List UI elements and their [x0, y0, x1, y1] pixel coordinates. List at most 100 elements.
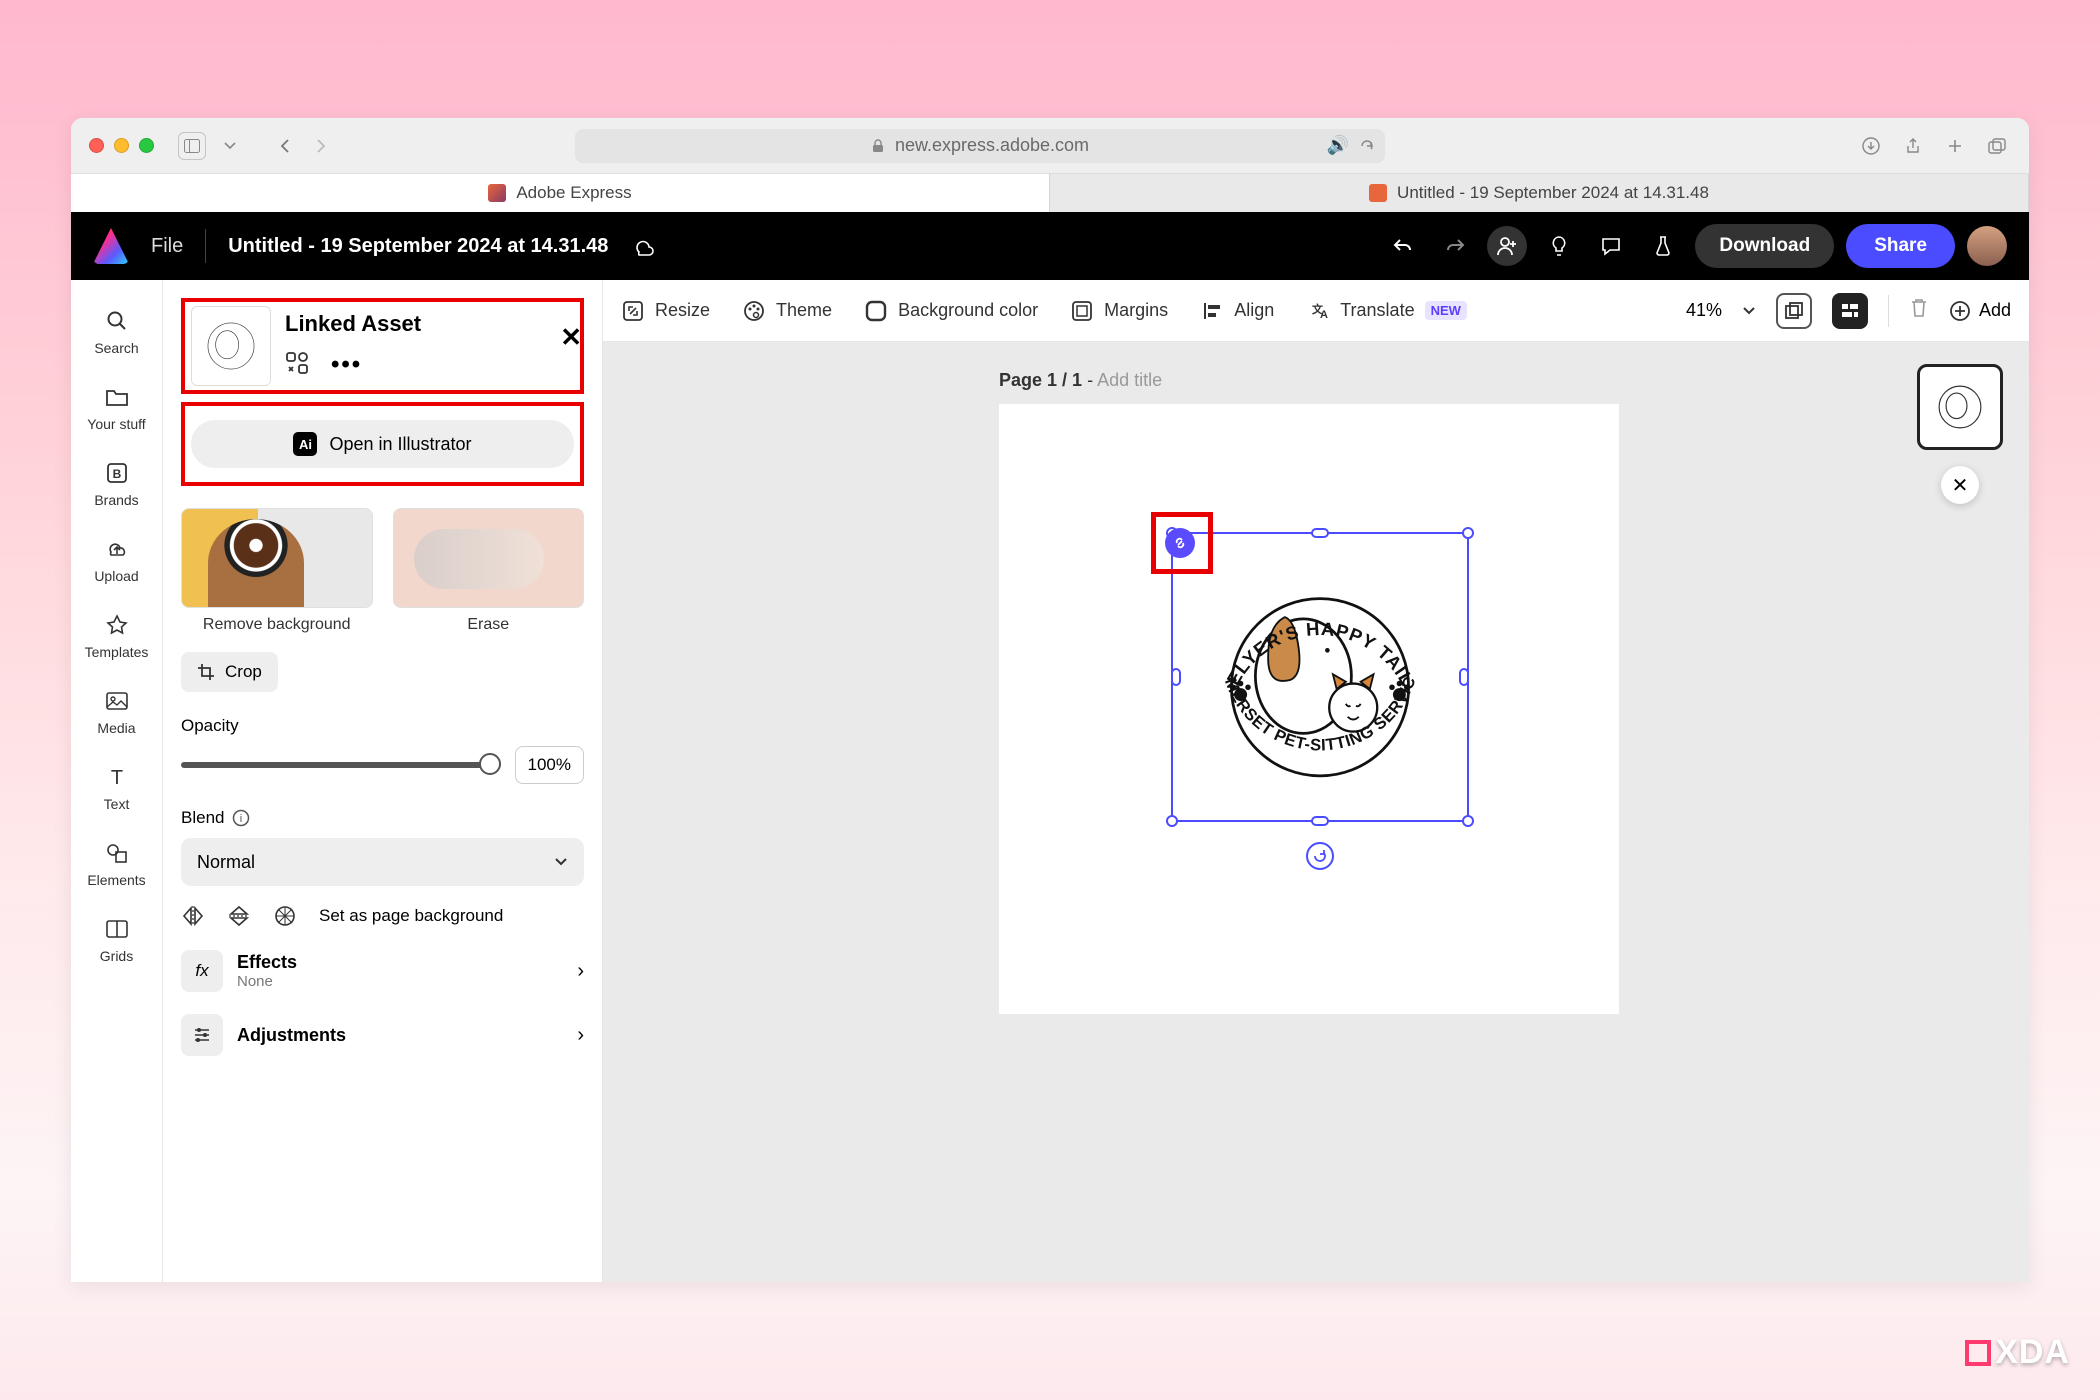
close-window-button[interactable]: [89, 138, 104, 153]
timeline-icon[interactable]: [1832, 293, 1868, 329]
page-thumbnail[interactable]: [1917, 364, 2003, 450]
card-label: Erase: [467, 616, 509, 634]
slider-thumb[interactable]: [479, 753, 501, 775]
flip-vertical-icon[interactable]: [227, 904, 251, 928]
flip-horizontal-icon[interactable]: [181, 904, 205, 928]
page-indicator[interactable]: Page 1 / 1 - Add title: [999, 370, 1162, 391]
rail-brands[interactable]: B Brands: [71, 446, 162, 522]
resize-icon: [621, 299, 645, 323]
resize-handle-br[interactable]: [1462, 815, 1474, 827]
effects-row[interactable]: fx Effects None ›: [181, 950, 584, 992]
info-icon[interactable]: i: [232, 809, 250, 827]
browser-tab-bar: Adobe Express Untitled - 19 September 20…: [71, 174, 2029, 212]
linked-asset-highlight: Linked Asset •••: [181, 298, 584, 394]
watermark: XDA: [1965, 1333, 2070, 1372]
remove-bg-card[interactable]: Remove background: [181, 508, 373, 634]
cloud-sync-icon[interactable]: [630, 232, 658, 260]
reload-icon[interactable]: [1359, 138, 1375, 154]
chevron-down-icon[interactable]: [1742, 306, 1756, 316]
artwork-logo[interactable]: HELYER'S HAPPY TAILS SOMERSET PET-SITTIN…: [1200, 558, 1440, 798]
favicon-icon: [488, 184, 506, 202]
unlink-icon[interactable]: [285, 351, 309, 382]
resize-handle-right[interactable]: [1459, 668, 1469, 686]
rail-label: Media: [97, 720, 135, 736]
undo-button[interactable]: [1383, 226, 1423, 266]
margins-button[interactable]: Margins: [1070, 299, 1168, 323]
app-logo-icon[interactable]: [93, 228, 129, 264]
document-title[interactable]: Untitled - 19 September 2024 at 14.31.48: [228, 235, 608, 258]
tabs-icon[interactable]: [1983, 132, 2011, 160]
audio-icon[interactable]: 🔊: [1327, 135, 1349, 156]
maximize-window-button[interactable]: [139, 138, 154, 153]
resize-handle-left[interactable]: [1171, 668, 1181, 686]
illustrator-icon: Ai: [293, 432, 317, 456]
close-panel-button[interactable]: ✕: [560, 322, 582, 353]
canvas-stage[interactable]: Page 1 / 1 - Add title ✕: [603, 342, 2029, 1282]
rail-text[interactable]: T Text: [71, 750, 162, 826]
watermark-text: XDA: [1995, 1333, 2070, 1372]
erase-card[interactable]: Erase: [393, 508, 585, 634]
linked-badge-icon[interactable]: [1165, 528, 1195, 558]
lock-icon: [871, 139, 885, 153]
mask-icon[interactable]: [273, 904, 297, 928]
rail-grids[interactable]: Grids: [71, 902, 162, 978]
set-as-bg-button[interactable]: Set as page background: [319, 906, 503, 926]
layers-icon[interactable]: [1776, 293, 1812, 329]
resize-handle-bl[interactable]: [1166, 815, 1178, 827]
minimize-window-button[interactable]: [114, 138, 129, 153]
rail-search[interactable]: Search: [71, 294, 162, 370]
blend-select[interactable]: Normal: [181, 838, 584, 886]
browser-tab-2[interactable]: Untitled - 19 September 2024 at 14.31.48: [1050, 174, 2029, 212]
comment-button[interactable]: [1591, 226, 1631, 266]
selection-box[interactable]: HELYER'S HAPPY TAILS SOMERSET PET-SITTIN…: [1171, 532, 1469, 822]
new-tab-icon[interactable]: [1941, 132, 1969, 160]
close-thumbnail-button[interactable]: ✕: [1941, 466, 1979, 504]
rail-upload[interactable]: Upload: [71, 522, 162, 598]
crop-button[interactable]: Crop: [181, 652, 278, 692]
downloads-icon[interactable]: [1857, 132, 1885, 160]
open-in-illustrator-button[interactable]: Ai Open in Illustrator: [191, 420, 574, 468]
add-title-placeholder[interactable]: Add title: [1097, 370, 1162, 390]
opacity-value[interactable]: 100%: [515, 746, 584, 784]
rail-elements[interactable]: Elements: [71, 826, 162, 902]
forward-button[interactable]: [306, 132, 334, 160]
share-button[interactable]: Share: [1846, 224, 1955, 268]
share-icon[interactable]: [1899, 132, 1927, 160]
rail-templates[interactable]: Templates: [71, 598, 162, 674]
rail-media[interactable]: Media: [71, 674, 162, 750]
bgcolor-button[interactable]: Background color: [864, 299, 1038, 323]
sidebar-toggle-icon[interactable]: [178, 132, 206, 160]
user-avatar[interactable]: [1967, 226, 2007, 266]
theme-button[interactable]: Theme: [742, 299, 832, 323]
svg-text:T: T: [110, 767, 122, 788]
file-menu[interactable]: File: [151, 235, 183, 258]
more-options-icon[interactable]: •••: [331, 351, 362, 382]
card-label: Remove background: [203, 616, 351, 634]
zoom-value[interactable]: 41%: [1686, 300, 1722, 321]
asset-thumbnail[interactable]: [191, 306, 271, 386]
translate-button[interactable]: 文A Translate NEW: [1306, 299, 1467, 323]
browser-tab-1[interactable]: Adobe Express: [71, 174, 1050, 212]
url-bar[interactable]: new.express.adobe.com 🔊: [575, 129, 1385, 163]
artboard[interactable]: HELYER'S HAPPY TAILS SOMERSET PET-SITTIN…: [999, 404, 1619, 1014]
opacity-slider[interactable]: [181, 762, 501, 768]
rotate-handle[interactable]: [1306, 842, 1334, 870]
add-page-button[interactable]: Add: [1949, 300, 2011, 322]
resize-button[interactable]: Resize: [621, 299, 710, 323]
download-button[interactable]: Download: [1695, 224, 1834, 268]
rail-label: Grids: [100, 948, 133, 964]
redo-button[interactable]: [1435, 226, 1475, 266]
chevron-down-icon[interactable]: [216, 132, 244, 160]
delete-button[interactable]: [1909, 297, 1929, 324]
adjustments-row[interactable]: Adjustments ›: [181, 1014, 584, 1056]
back-button[interactable]: [272, 132, 300, 160]
rail-your-stuff[interactable]: Your stuff: [71, 370, 162, 446]
align-button[interactable]: Align: [1200, 299, 1274, 323]
resize-handle-bottom[interactable]: [1311, 816, 1329, 826]
beta-button[interactable]: [1643, 226, 1683, 266]
tips-button[interactable]: [1539, 226, 1579, 266]
adjustments-title: Adjustments: [237, 1025, 346, 1046]
resize-handle-top[interactable]: [1311, 528, 1329, 538]
resize-handle-tr[interactable]: [1462, 527, 1474, 539]
invite-button[interactable]: [1487, 226, 1527, 266]
